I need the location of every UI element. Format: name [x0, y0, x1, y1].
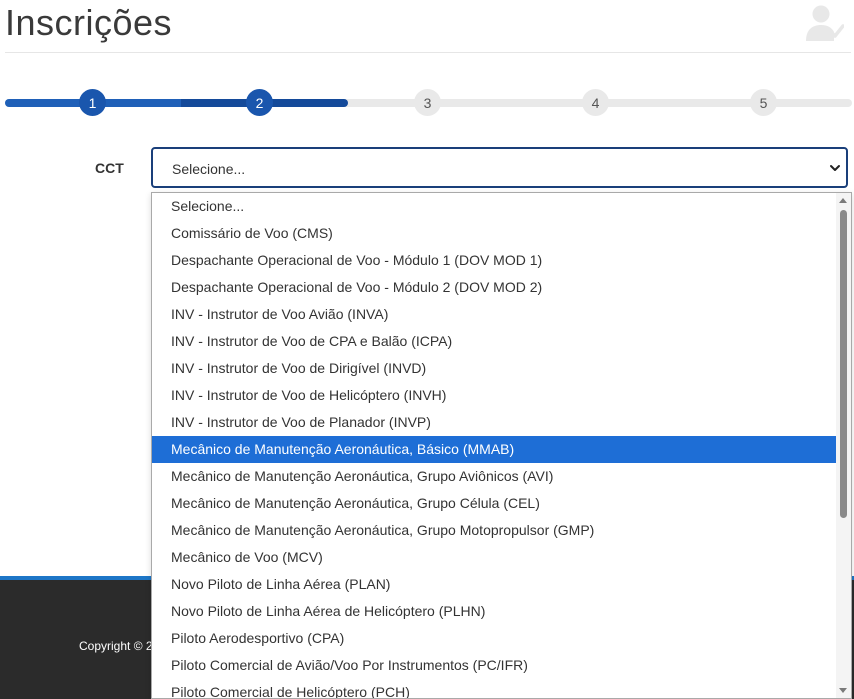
dropdown-option[interactable]: INV - Instrutor de Voo de Helicóptero (I… — [152, 382, 836, 409]
dropdown-option[interactable]: Mecânico de Manutenção Aeronáutica, Grup… — [152, 463, 836, 490]
step-1[interactable]: 1 — [79, 89, 106, 116]
dropdown-option[interactable]: INV - Instrutor de Voo de Planador (INVP… — [152, 409, 836, 436]
dropdown-option[interactable]: Novo Piloto de Linha Aérea (PLAN) — [152, 571, 836, 598]
cct-select-value: Selecione... — [172, 161, 246, 177]
chevron-down-icon — [830, 165, 840, 171]
dropdown-option[interactable]: Novo Piloto de Linha Aérea de Helicópter… — [152, 598, 836, 625]
dropdown-option[interactable]: Despachante Operacional de Voo - Módulo … — [152, 247, 836, 274]
copyright-text: Copyright © 2 — [79, 639, 153, 653]
dropdown-option[interactable]: Mecânico de Manutenção Aeronáutica, Grup… — [152, 517, 836, 544]
dropdown-option[interactable]: Piloto Aerodesportivo (CPA) — [152, 625, 836, 652]
user-check-icon — [806, 5, 844, 41]
progress-stepper: 1 2 3 4 5 — [5, 86, 852, 120]
dropdown-option[interactable]: INV - Instrutor de Voo de Dirigível (INV… — [152, 355, 836, 382]
dropdown-option-highlighted[interactable]: Mecânico de Manutenção Aeronáutica, Bási… — [152, 436, 836, 463]
title-divider — [5, 52, 851, 53]
page-title: Inscrições — [5, 2, 173, 43]
dropdown-option[interactable]: Piloto Comercial de Helicóptero (PCH) — [152, 679, 836, 698]
scroll-down-arrow-icon[interactable] — [838, 687, 848, 695]
dropdown-scrollbar[interactable] — [836, 193, 851, 698]
scroll-up-arrow-icon[interactable] — [838, 196, 848, 204]
cct-select[interactable]: Selecione... — [151, 147, 848, 188]
dropdown-option[interactable]: Despachante Operacional de Voo - Módulo … — [152, 274, 836, 301]
cct-dropdown-list[interactable]: Selecione... Comissário de Voo (CMS) Des… — [151, 192, 852, 699]
dropdown-option[interactable]: Piloto Comercial de Avião/Voo Por Instru… — [152, 652, 836, 679]
dropdown-option[interactable]: Selecione... — [152, 193, 836, 220]
cct-label: CCT — [95, 160, 124, 176]
step-4[interactable]: 4 — [582, 89, 609, 116]
dropdown-option[interactable]: Mecânico de Voo (MCV) — [152, 544, 836, 571]
dropdown-option[interactable]: Mecânico de Manutenção Aeronáutica, Grup… — [152, 490, 836, 517]
step-5[interactable]: 5 — [750, 89, 777, 116]
step-2[interactable]: 2 — [246, 89, 273, 116]
step-3[interactable]: 3 — [414, 89, 441, 116]
scroll-thumb[interactable] — [840, 210, 847, 518]
dropdown-option[interactable]: Comissário de Voo (CMS) — [152, 220, 836, 247]
dropdown-option[interactable]: INV - Instrutor de Voo de CPA e Balão (I… — [152, 328, 836, 355]
dropdown-option[interactable]: INV - Instrutor de Voo Avião (INVA) — [152, 301, 836, 328]
